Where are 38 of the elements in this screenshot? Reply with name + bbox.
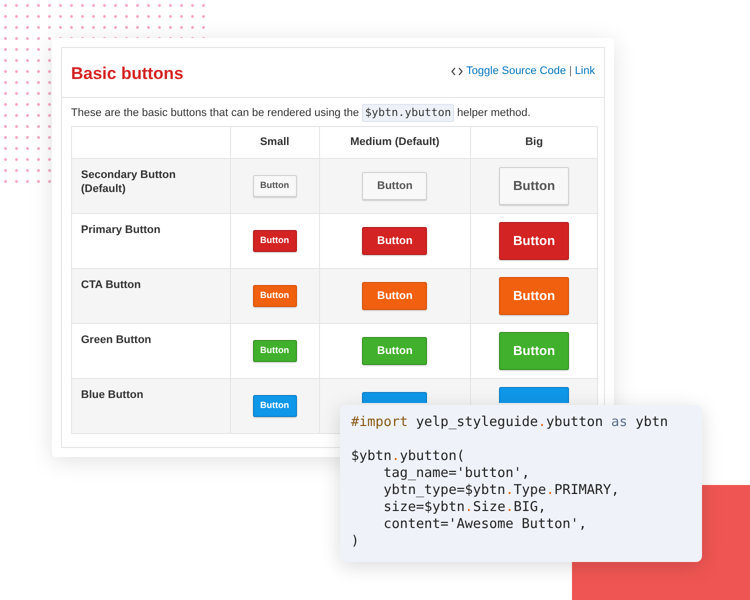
- column-header: Medium (Default): [350, 136, 440, 148]
- row-label: CTA Button: [81, 279, 141, 291]
- code-snippet-inline: $ybtn.ybutton: [362, 104, 454, 122]
- sample-button[interactable]: Button: [499, 167, 570, 205]
- sample-button[interactable]: Button: [362, 337, 428, 365]
- sample-button[interactable]: Button: [252, 285, 297, 307]
- description-text: helper method.: [457, 106, 531, 121]
- code-line: $ybtn.ybutton(: [351, 448, 465, 465]
- sample-button[interactable]: Button: [362, 172, 428, 200]
- code-line: ybtn_type=$ybtn.Type.PRIMARY,: [382, 482, 620, 499]
- row-label: Secondary Button (Default): [81, 169, 176, 195]
- sample-button[interactable]: [362, 392, 428, 403]
- link[interactable]: Link: [574, 63, 595, 80]
- link-separator: |: [568, 64, 572, 79]
- sample-button[interactable]: Button: [362, 227, 428, 255]
- code-line: content='Awesome Button',: [382, 516, 587, 533]
- row-label: Blue Button: [81, 389, 144, 401]
- code-line: tag_name='button',: [382, 465, 530, 482]
- sample-button[interactable]: Button: [252, 340, 297, 362]
- sample-button[interactable]: Button: [499, 277, 570, 315]
- code-line: size=$ybtn.Size.BIG,: [382, 499, 546, 516]
- toggle-source-link[interactable]: Toggle Source Code: [466, 63, 566, 80]
- code-line: ): [351, 533, 360, 550]
- sample-button[interactable]: [499, 387, 570, 403]
- sample-button[interactable]: Button: [252, 175, 297, 197]
- panel-title: Basic buttons: [71, 63, 184, 85]
- code-icon: [451, 66, 464, 76]
- sample-button[interactable]: Button: [499, 332, 570, 370]
- sample-button[interactable]: Button: [362, 282, 428, 310]
- description-text: These are the basic buttons that can be rendered using the: [71, 106, 360, 121]
- row-label: Green Button: [81, 334, 152, 346]
- sample-button[interactable]: Button: [499, 222, 570, 260]
- column-header: Big: [525, 136, 543, 148]
- code-line: #import yelp_styleguide.ybutton as ybtn: [351, 414, 668, 431]
- row-label: Primary Button: [81, 224, 160, 236]
- sample-button[interactable]: Button: [252, 395, 297, 417]
- sample-button[interactable]: Button: [252, 230, 297, 252]
- column-header: Small: [260, 136, 290, 148]
